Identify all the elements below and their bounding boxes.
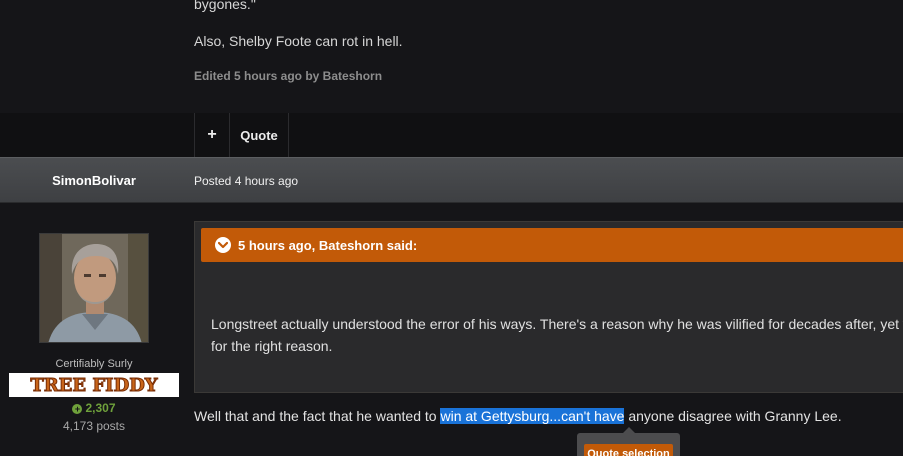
chevron-down-circle-icon[interactable] [215, 237, 231, 253]
forum-page: bygones." Also, Shelby Foote can rot in … [0, 0, 903, 456]
reply-text-before: Well that and the fact that he wanted to [194, 408, 441, 424]
edited-note: Edited 5 hours ago by Bateshorn [194, 69, 383, 83]
rank-badge-text: TREE FIDDY [30, 374, 158, 396]
previous-post: bygones." Also, Shelby Foote can rot in … [0, 0, 903, 113]
quote-text-line: Longstreet actually understood the error… [211, 316, 903, 332]
user-title: Certifiably Surly [55, 358, 133, 370]
reputation: +2,307 [0, 401, 188, 415]
reply-text-after: anyone disagree with Granny Lee. [624, 408, 842, 424]
plus-circle-icon: + [72, 403, 83, 414]
multiquote-add-button[interactable]: + [194, 113, 229, 157]
previous-post-text-line: Also, Shelby Foote can rot in hell. [194, 33, 403, 49]
avatar-photo [40, 234, 148, 342]
quote-button[interactable]: Quote [229, 113, 289, 157]
avatar[interactable] [39, 233, 149, 343]
rank-badge-image: TREE FIDDY [9, 373, 179, 397]
selected-text[interactable]: win at Gettysburg...can't have [440, 408, 625, 424]
quote-citation: 5 hours ago, Bateshorn said: [238, 237, 418, 253]
quote-block: 5 hours ago, Bateshorn said: Longstreet … [194, 221, 903, 393]
quote-header[interactable]: 5 hours ago, Bateshorn said: [201, 228, 903, 262]
author-name-link[interactable]: SimonBolivar [0, 173, 188, 188]
quote-text-line: for the right reason. [211, 338, 333, 354]
chevron-down-icon [218, 241, 228, 249]
quote-selection-button[interactable]: Quote selection [584, 444, 673, 456]
reputation-value: 2,307 [85, 401, 116, 415]
post-timestamp[interactable]: Posted 4 hours ago [194, 174, 298, 188]
post-header: SimonBolivar Posted 4 hours ago [0, 157, 903, 203]
quote-content: Longstreet actually understood the error… [211, 313, 903, 357]
popup-arrow [623, 427, 635, 433]
post-count: 4,173 posts [62, 419, 126, 433]
previous-post-actions: + Quote [0, 113, 903, 157]
quote-selection-popup: Quote selection [577, 427, 680, 456]
reply-text: Well that and the fact that he wanted to… [194, 408, 842, 424]
post-body: Certifiably Surly TREE FIDDY +2,307 4,17… [0, 203, 903, 456]
previous-post-text-line: bygones." [194, 0, 256, 12]
